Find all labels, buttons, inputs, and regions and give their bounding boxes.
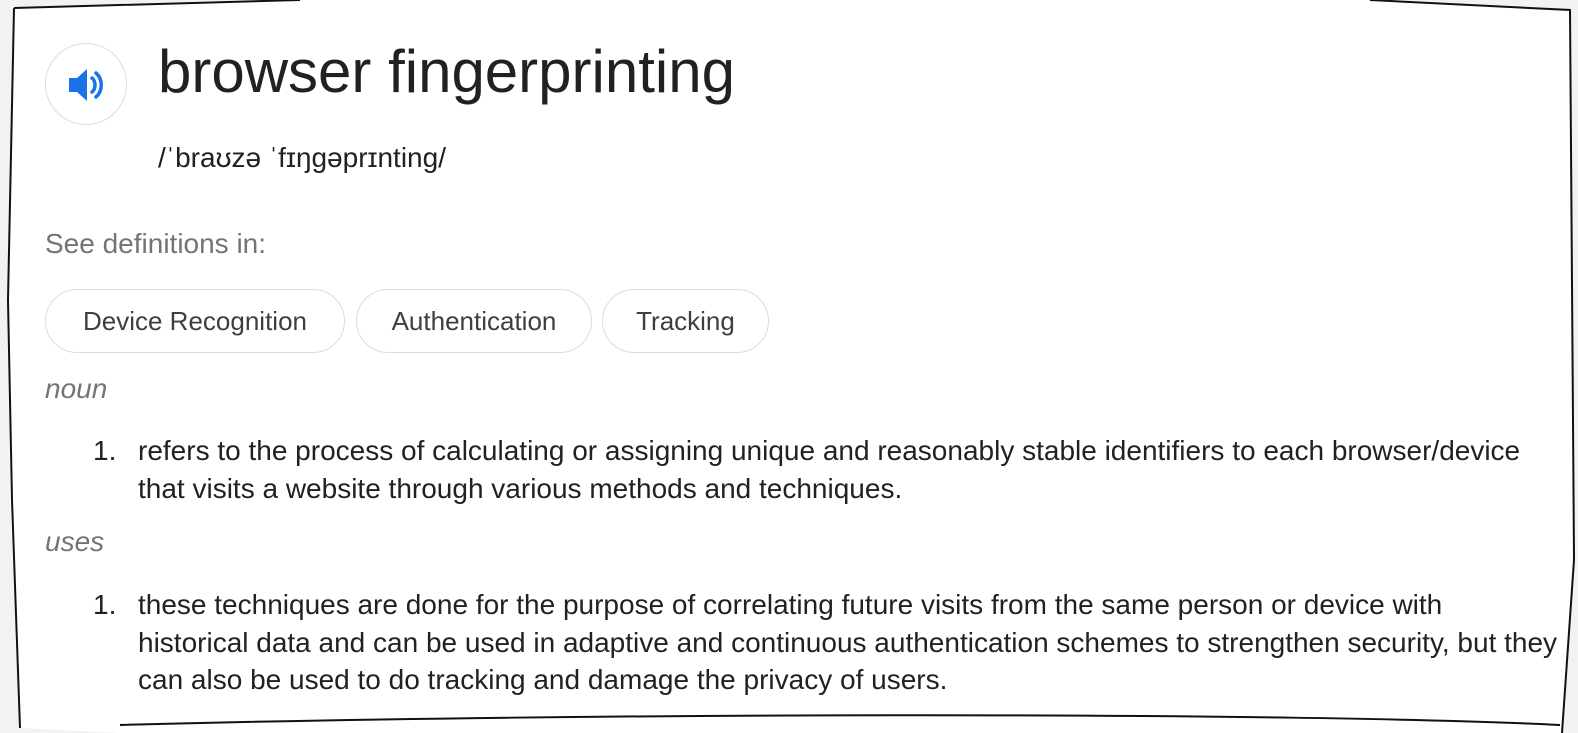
- see-definitions-label: See definitions in:: [45, 228, 267, 259]
- dictionary-card: browser fingerprinting /ˈbraʊzə ˈfɪŋɡəpr…: [0, 0, 1578, 733]
- pronunciation: /ˈbraʊzə ˈfɪŋɡəprɪnting/: [158, 142, 446, 173]
- definition-number: 1.: [93, 435, 117, 466]
- part-of-speech: uses: [45, 526, 105, 557]
- chip-authentication[interactable]: Authentication: [356, 289, 592, 353]
- part-of-speech: noun: [45, 373, 108, 404]
- definition-text: refers to the process of calculating or …: [138, 435, 1521, 504]
- speaker-icon: [69, 69, 103, 101]
- definition-text: these techniques are done for the purpos…: [138, 589, 1558, 695]
- headword: browser fingerprinting: [158, 38, 735, 105]
- chip-device-recognition[interactable]: Device Recognition: [45, 289, 345, 353]
- definition-number: 1.: [93, 589, 117, 620]
- pronounce-button[interactable]: [45, 43, 127, 125]
- chip-tracking[interactable]: Tracking: [602, 289, 769, 353]
